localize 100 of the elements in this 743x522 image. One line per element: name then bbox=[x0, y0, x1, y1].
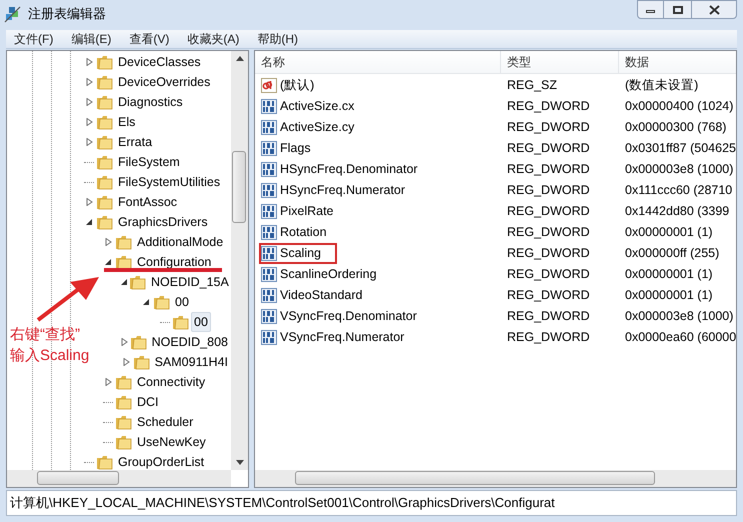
tree-item[interactable]: 00 bbox=[172, 292, 192, 312]
close-button[interactable] bbox=[691, 0, 737, 19]
value-name[interactable]: Scaling bbox=[280, 244, 321, 263]
value-name[interactable]: ActiveSize.cx bbox=[280, 97, 354, 116]
folder-icon bbox=[96, 54, 113, 70]
value-name[interactable]: PixelRate bbox=[280, 202, 334, 221]
binary-value-icon bbox=[261, 183, 277, 198]
tree-item[interactable]: GraphicsDrivers bbox=[115, 212, 211, 232]
horizontal-scrollbar[interactable] bbox=[255, 470, 736, 487]
value-type: REG_DWORD bbox=[506, 98, 591, 116]
value-data: 0x00000001 (1) bbox=[624, 224, 713, 242]
value-name[interactable]: HSyncFreq.Numerator bbox=[280, 181, 406, 200]
scrollbar-thumb[interactable] bbox=[37, 471, 119, 485]
window-title: 注册表编辑器 bbox=[28, 4, 106, 23]
tree-item[interactable]: FileSystem bbox=[115, 152, 183, 172]
column-header[interactable]: 名称 bbox=[261, 53, 285, 71]
menu-item[interactable]: 编辑(E) bbox=[71, 30, 112, 48]
folder-icon bbox=[96, 154, 113, 170]
tree-item[interactable]: FileSystemUtilities bbox=[115, 172, 224, 192]
value-name[interactable]: ScanlineOrdering bbox=[280, 265, 377, 284]
value-name[interactable]: VSyncFreq.Denominator bbox=[280, 307, 417, 326]
folder-icon bbox=[96, 114, 113, 130]
collapse-triangle-icon[interactable] bbox=[104, 258, 112, 266]
tree-item[interactable]: UseNewKey bbox=[134, 432, 209, 452]
expand-triangle-icon[interactable] bbox=[122, 358, 130, 366]
value-type: REG_SZ bbox=[506, 77, 558, 94]
tree-item[interactable]: Connectivity bbox=[134, 372, 208, 392]
expand-triangle-icon[interactable] bbox=[104, 238, 112, 246]
tree-item[interactable]: SAM0911H4I bbox=[152, 352, 231, 372]
folder-icon bbox=[172, 314, 189, 330]
binary-value-icon bbox=[261, 120, 277, 135]
folder-icon bbox=[96, 174, 113, 190]
value-name[interactable]: (默认) bbox=[280, 76, 314, 95]
binary-value-icon bbox=[261, 204, 277, 219]
binary-value-icon bbox=[261, 225, 277, 240]
folder-icon bbox=[96, 74, 113, 90]
expand-triangle-icon[interactable] bbox=[121, 338, 128, 346]
value-name[interactable]: VideoStandard bbox=[280, 286, 362, 305]
value-name[interactable]: VSyncFreq.Numerator bbox=[280, 328, 404, 347]
scroll-up-arrow-icon[interactable] bbox=[236, 56, 244, 61]
value-type: REG_DWORD bbox=[506, 161, 591, 178]
value-data: 0x000000ff (255) bbox=[624, 245, 720, 262]
tree-item[interactable]: FontAssoc bbox=[115, 192, 180, 212]
folder-icon bbox=[115, 234, 132, 250]
expand-triangle-icon[interactable] bbox=[86, 58, 92, 66]
maximize-button[interactable] bbox=[664, 0, 691, 19]
folder-icon bbox=[153, 294, 170, 310]
tree-item[interactable]: Diagnostics bbox=[115, 92, 186, 112]
value-name[interactable]: Flags bbox=[280, 139, 311, 158]
binary-value-icon bbox=[261, 288, 277, 303]
value-type: REG_DWORD bbox=[506, 329, 591, 346]
tree-item[interactable]: GroupOrderList bbox=[115, 452, 208, 470]
expand-triangle-icon[interactable] bbox=[86, 198, 92, 206]
value-name[interactable]: Rotation bbox=[280, 223, 327, 242]
expand-triangle-icon[interactable] bbox=[86, 118, 92, 126]
collapse-triangle-icon[interactable] bbox=[121, 278, 128, 286]
tree-item[interactable]: DCI bbox=[134, 392, 162, 412]
folder-icon bbox=[115, 434, 132, 450]
menu-item[interactable]: 帮助(H) bbox=[257, 30, 298, 48]
scrollbar-thumb[interactable] bbox=[295, 471, 655, 485]
tree-item[interactable]: 00 bbox=[191, 312, 211, 332]
scrollbar-thumb[interactable] bbox=[232, 151, 246, 223]
tree-item[interactable]: NOEDID_15A bbox=[148, 272, 231, 292]
menu-item[interactable]: 文件(F) bbox=[14, 30, 54, 48]
column-header[interactable]: 类型 bbox=[507, 53, 531, 71]
tree-item[interactable]: DeviceClasses bbox=[115, 52, 204, 72]
tree-item[interactable]: DeviceOverrides bbox=[115, 72, 214, 92]
vertical-scrollbar[interactable] bbox=[231, 51, 248, 470]
value-name[interactable]: HSyncFreq.Denominator bbox=[280, 160, 418, 179]
annotation-text: 右键“查找” 输入Scaling bbox=[10, 325, 90, 366]
menu-item[interactable]: 查看(V) bbox=[129, 30, 170, 48]
value-data: 0x1442dd80 (3399 bbox=[624, 203, 730, 220]
expand-triangle-icon[interactable] bbox=[86, 138, 92, 146]
tree-item[interactable]: Els bbox=[115, 112, 138, 132]
folder-icon bbox=[132, 354, 150, 370]
value-type: REG_DWORD bbox=[506, 245, 591, 262]
horizontal-scrollbar[interactable] bbox=[7, 470, 231, 487]
folder-icon bbox=[96, 194, 113, 210]
tree-item[interactable]: Scheduler bbox=[134, 412, 196, 432]
minimize-button[interactable] bbox=[637, 0, 664, 19]
value-data: 0x00000300 (768) bbox=[624, 119, 726, 136]
tree-item[interactable]: Errata bbox=[115, 132, 156, 152]
tree-item[interactable]: AdditionalMode bbox=[134, 232, 226, 252]
string-value-icon bbox=[261, 78, 277, 93]
binary-value-icon bbox=[261, 246, 277, 261]
value-type: REG_DWORD bbox=[506, 308, 591, 326]
tree-item[interactable]: Configuration bbox=[134, 252, 214, 272]
tree-item[interactable]: NOEDID_808 bbox=[148, 332, 231, 352]
value-name[interactable]: ActiveSize.cy bbox=[280, 118, 354, 137]
expand-triangle-icon[interactable] bbox=[86, 98, 92, 106]
value-type: REG_DWORD bbox=[506, 182, 591, 200]
status-bar-path: 计算机\HKEY_LOCAL_MACHINE\SYSTEM\ControlSet001\Control\GraphicsDrivers\Configurat bbox=[10, 494, 555, 512]
column-header[interactable]: 数据 bbox=[625, 53, 649, 71]
expand-triangle-icon[interactable] bbox=[86, 78, 92, 86]
scroll-down-arrow-icon[interactable] bbox=[236, 460, 244, 465]
collapse-triangle-icon[interactable] bbox=[86, 218, 92, 226]
menu-item[interactable]: 收藏夹(A) bbox=[187, 30, 240, 48]
expand-triangle-icon[interactable] bbox=[104, 378, 112, 386]
value-data: 0x0301ff87 (504625 bbox=[624, 140, 736, 158]
collapse-triangle-icon[interactable] bbox=[142, 298, 150, 306]
